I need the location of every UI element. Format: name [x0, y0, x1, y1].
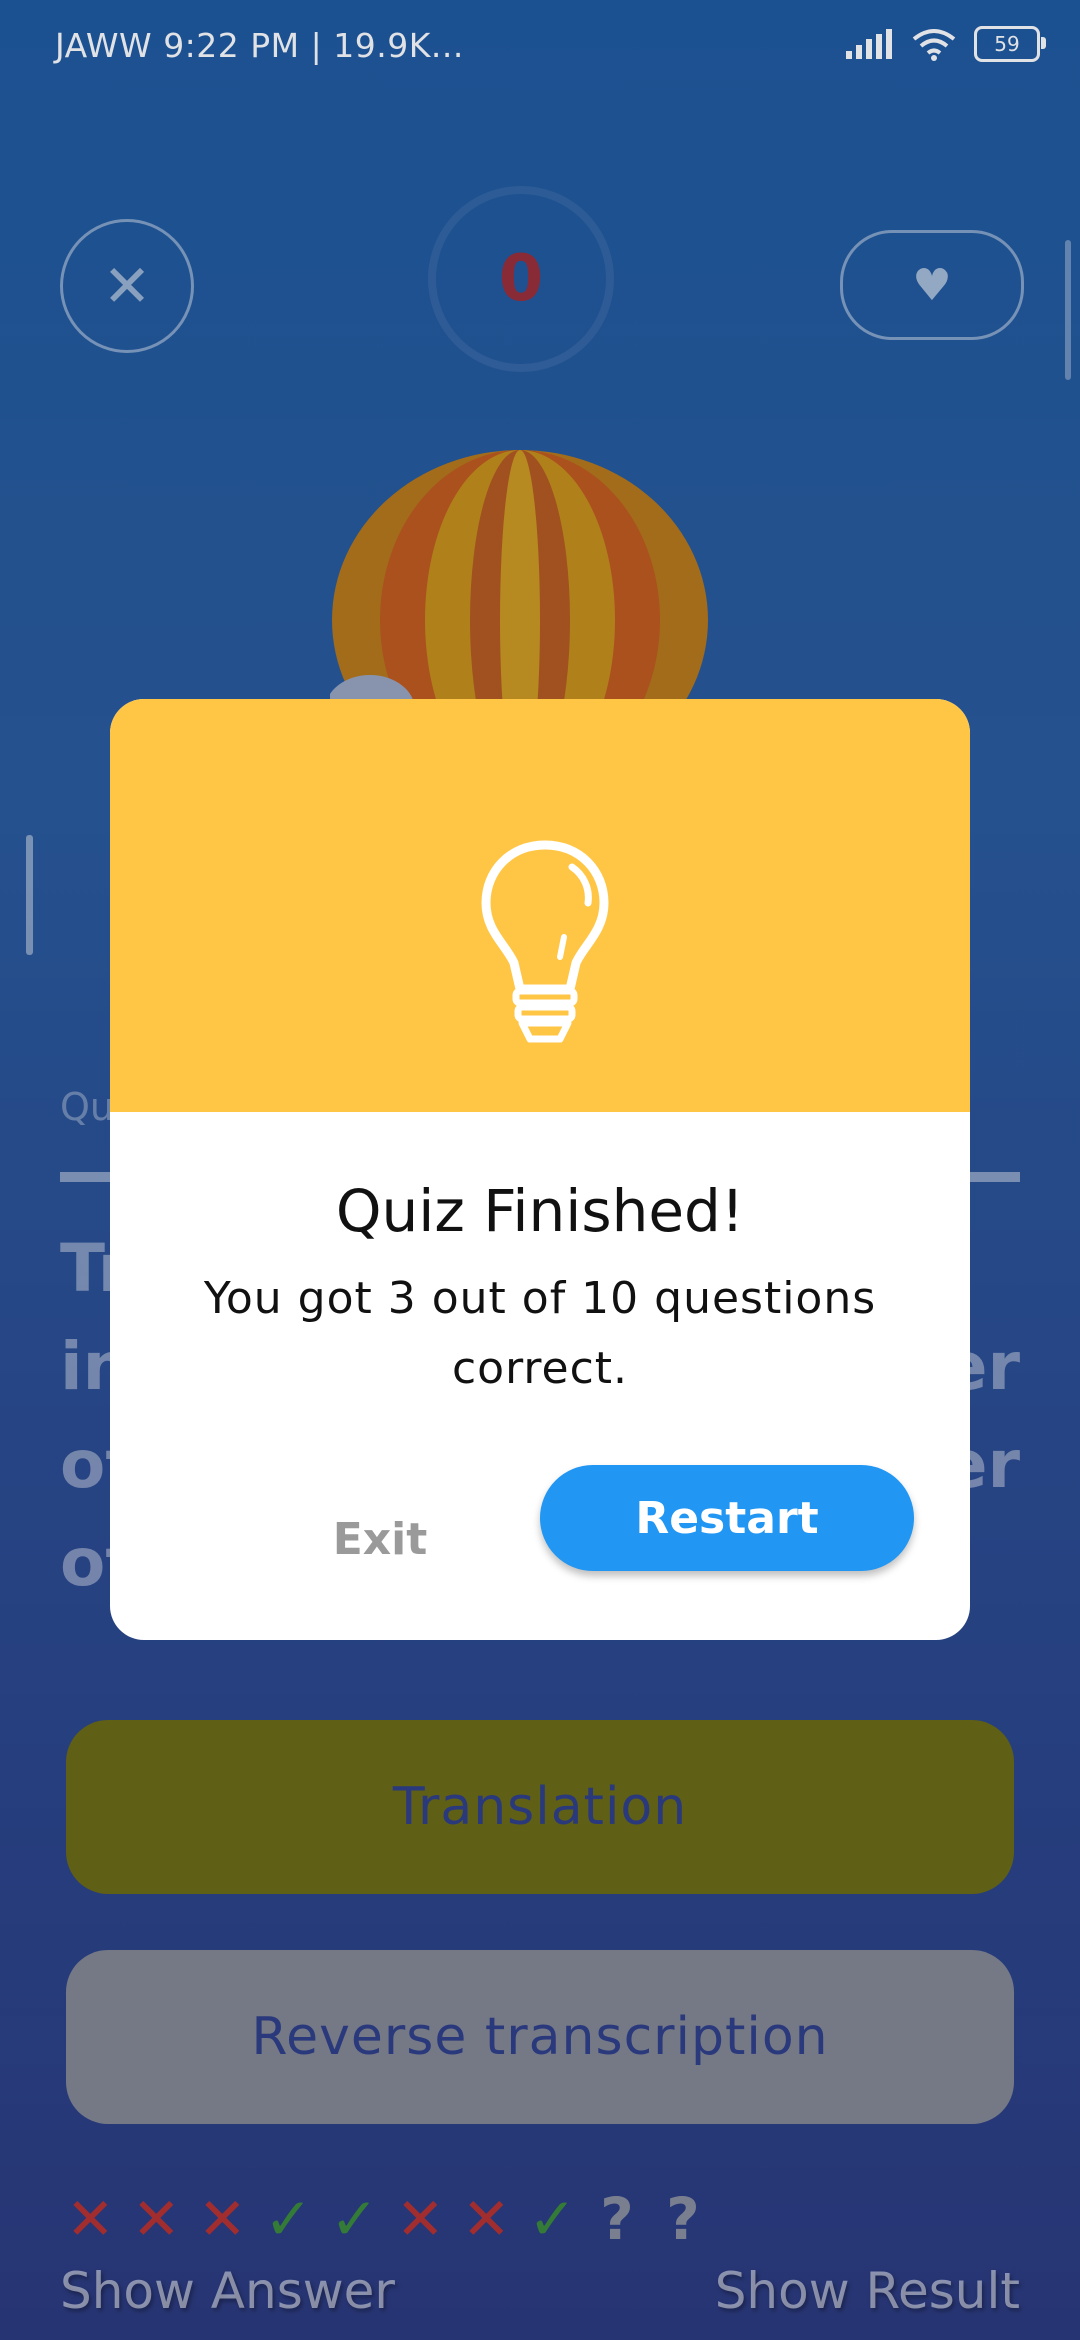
dialog-title: Quiz Finished! — [335, 1177, 745, 1245]
quiz-finished-dialog: Quiz Finished! You got 3 out of 10 quest… — [110, 699, 970, 1640]
exit-button[interactable]: Exit — [280, 1489, 480, 1589]
dialog-message: You got 3 out of 10 questions correct. — [203, 1273, 877, 1394]
dialog-header — [110, 699, 970, 1112]
restart-button[interactable]: Restart — [540, 1465, 914, 1571]
lightbulb-icon — [481, 840, 609, 1043]
